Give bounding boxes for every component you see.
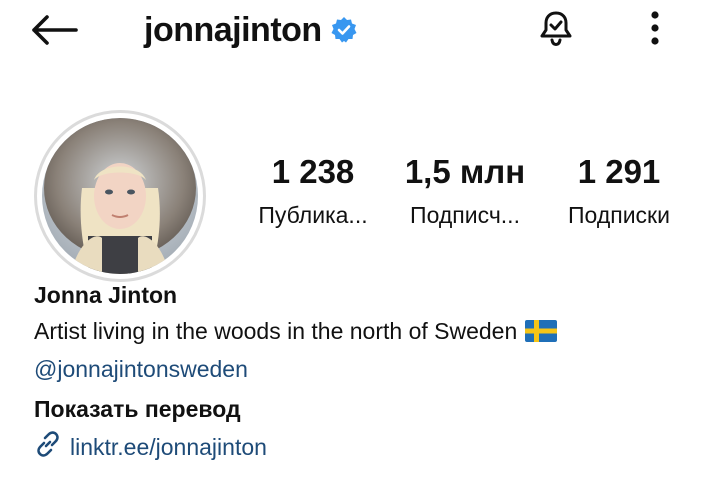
bell-check-icon (537, 8, 575, 53)
verified-badge-icon (330, 15, 360, 45)
header-title: jonnajinton (144, 8, 360, 52)
back-button[interactable] (30, 12, 84, 52)
show-translation-button[interactable]: Показать перевод (34, 394, 241, 424)
posts-label: Публика... (258, 202, 368, 228)
mention-link[interactable]: @jonnajintonsweden (34, 354, 248, 384)
posts-count: 1 238 (271, 153, 355, 190)
stat-posts[interactable]: 1 238 Публика... (240, 152, 386, 230)
website-link[interactable]: linktr.ee/jonnajinton (34, 430, 267, 463)
full-name: Jonna Jinton (34, 282, 178, 308)
arrow-left-icon (30, 14, 78, 50)
avatar (42, 118, 198, 274)
more-vertical-icon (650, 10, 660, 51)
more-options-button[interactable] (640, 8, 670, 52)
link-text: linktr.ee/jonnajinton (70, 433, 267, 460)
bio: Artist living in the woods in the north … (34, 316, 558, 346)
profile-avatar[interactable] (34, 110, 206, 282)
bio-text: Artist living in the woods in the north … (34, 318, 518, 344)
stat-followers[interactable]: 1,5 млн Подписч... (392, 152, 538, 230)
following-label: Подписки (568, 202, 670, 228)
username: jonnajinton (144, 10, 322, 49)
followers-label: Подписч... (410, 202, 520, 228)
followers-count: 1,5 млн (404, 153, 526, 190)
notifications-button[interactable] (534, 8, 578, 52)
sweden-flag-icon (525, 320, 558, 342)
link-icon (34, 430, 62, 463)
following-count: 1 291 (577, 153, 661, 190)
stat-following[interactable]: 1 291 Подписки (546, 152, 692, 230)
